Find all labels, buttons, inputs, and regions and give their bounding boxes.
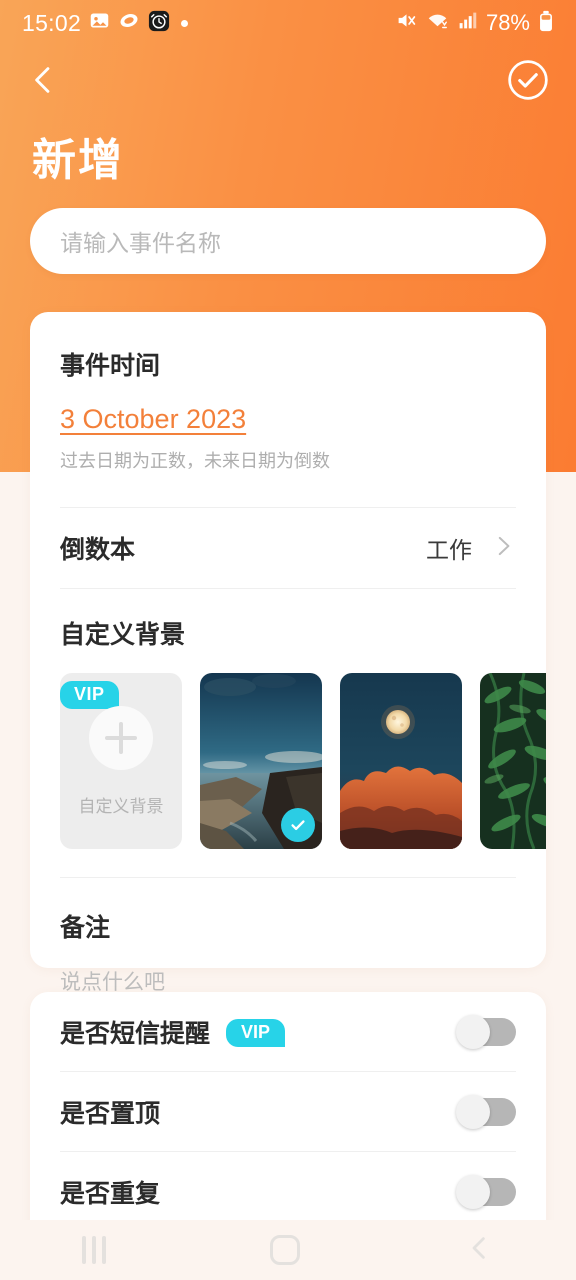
shell-icon (118, 10, 140, 36)
mute-icon (395, 10, 418, 36)
status-bar-left: 15:02 (22, 9, 189, 37)
status-bar: 15:02 78% (0, 0, 576, 46)
plus-icon (89, 705, 153, 770)
chevron-right-icon (490, 533, 516, 564)
back-button[interactable] (26, 63, 60, 97)
sms-reminder-label: 是否短信提醒 (60, 1019, 211, 1048)
switch-knob (456, 1014, 490, 1049)
alarm-clock-icon (148, 10, 170, 37)
vip-badge: VIP (60, 681, 119, 709)
event-time-section: 事件时间 3 October 2023 过去日期为正数，未来日期为倒数 (30, 312, 546, 473)
countdown-book-row[interactable]: 倒数本 工作 (30, 508, 546, 588)
sms-reminder-switch[interactable] (456, 1014, 516, 1049)
event-date-value[interactable]: 3 October 2023 (60, 404, 246, 435)
app-bar (0, 46, 576, 114)
back-icon[interactable] (464, 1233, 494, 1268)
toggle-row-sms-reminder[interactable]: 是否短信提醒 VIP (30, 992, 546, 1071)
countdown-book-label: 倒数本 (60, 536, 136, 564)
repeat-label: 是否重复 (60, 1179, 161, 1208)
toggle-label: 是否短信提醒 VIP (60, 1014, 286, 1050)
recents-icon[interactable] (82, 1236, 106, 1264)
background-section: 自定义背景 VIP 自定义背景 (30, 589, 546, 849)
wifi-icon (426, 10, 449, 36)
dot-icon (181, 19, 189, 27)
vip-badge: VIP (226, 1018, 286, 1047)
background-tile-coastal-cliff[interactable] (200, 673, 322, 849)
signal-icon (457, 10, 478, 36)
app-screen: 15:02 78% 新增 请输入事件名称 事件时间 3 October 2023… (0, 0, 576, 1280)
event-time-title: 事件时间 (60, 352, 161, 380)
event-details-card: 事件时间 3 October 2023 过去日期为正数，未来日期为倒数 倒数本 … (30, 312, 546, 994)
home-icon[interactable] (270, 1235, 300, 1265)
image-icon (89, 10, 110, 36)
battery-icon (538, 10, 554, 37)
switch-knob (456, 1174, 490, 1209)
countdown-book-right: 工作 (426, 531, 516, 565)
background-tile-custom-upload[interactable]: VIP 自定义背景 (60, 673, 182, 849)
event-name-input[interactable]: 请输入事件名称 (30, 208, 546, 274)
background-tile-green-foliage[interactable] (480, 673, 546, 849)
background-tile-strip[interactable]: VIP 自定义背景 (30, 673, 546, 849)
android-navigation-bar (0, 1220, 576, 1280)
notes-title: 备注 (60, 914, 111, 942)
status-bar-right: 78% (395, 10, 554, 37)
switch-knob (456, 1094, 490, 1129)
background-title: 自定义背景 (60, 621, 186, 649)
confirm-save-button[interactable] (506, 58, 550, 102)
background-custom-caption: 自定义背景 (78, 796, 164, 816)
event-time-hint: 过去日期为正数，未来日期为倒数 (60, 451, 330, 471)
background-selected-check-icon (281, 808, 315, 842)
event-name-placeholder: 请输入事件名称 (60, 230, 221, 256)
repeat-switch[interactable] (456, 1174, 516, 1209)
notes-section[interactable]: 备注 说点什么吧 (30, 878, 546, 996)
countdown-book-value: 工作 (426, 537, 472, 563)
options-card: 是否短信提醒 VIP 是否置顶 是否重复 (30, 992, 546, 1252)
status-bar-clock: 15:02 (22, 9, 82, 36)
toggle-row-pin-top[interactable]: 是否置顶 (30, 1072, 546, 1151)
battery-percent-label: 78% (485, 10, 530, 35)
pin-top-label: 是否置顶 (60, 1099, 161, 1128)
background-tile-moon-clouds[interactable] (340, 673, 462, 849)
page-title: 新增 (32, 136, 124, 185)
pin-top-switch[interactable] (456, 1094, 516, 1129)
